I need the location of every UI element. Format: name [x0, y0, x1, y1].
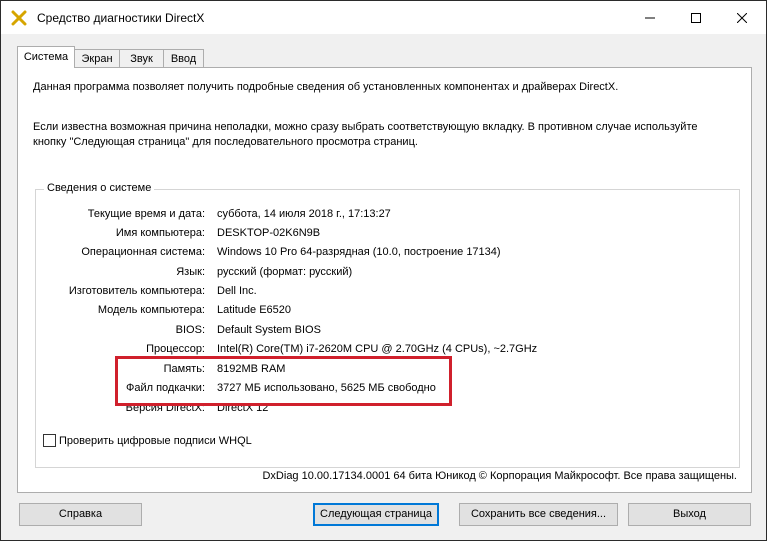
window-title: Средство диагностики DirectX [37, 11, 205, 25]
label-language: Язык: [176, 266, 205, 278]
label-os: Операционная система: [81, 246, 205, 258]
value-manufacturer: Dell Inc. [217, 285, 257, 297]
label-model: Модель компьютера: [97, 304, 205, 316]
intro-text-1: Данная программа позволяет получить подр… [33, 81, 619, 93]
help-button[interactable]: Справка [19, 503, 142, 526]
value-model: Latitude E6520 [217, 304, 292, 316]
minimize-icon [645, 17, 655, 18]
tab-input[interactable]: Ввод [163, 49, 204, 68]
dxdiag-window: Средство диагностики DirectX Система Экр… [0, 0, 767, 541]
tab-system[interactable]: Система [17, 46, 75, 68]
save-all-button[interactable]: Сохранить все сведения... [459, 503, 618, 526]
label-manufacturer: Изготовитель компьютера: [68, 285, 205, 297]
maximize-button[interactable] [673, 1, 719, 34]
intro-text-3: кнопку "Следующая страница" для последов… [33, 136, 418, 148]
close-icon [737, 12, 747, 23]
system-info-group: Сведения о системе Текущие время и дата:… [35, 182, 740, 468]
label-datetime: Текущие время и дата: [87, 208, 205, 220]
tab-display[interactable]: Экран [74, 49, 120, 68]
highlight-box [115, 356, 452, 406]
minimize-button[interactable] [627, 1, 673, 34]
title-bar[interactable]: Средство диагностики DirectX [1, 1, 766, 34]
close-button[interactable] [719, 1, 765, 34]
value-os: Windows 10 Pro 64-разрядная (10.0, постр… [217, 246, 501, 258]
tab-sound[interactable]: Звук [119, 49, 164, 68]
directx-icon [11, 10, 27, 26]
intro-text-2: Если известна возможная причина неполадк… [33, 121, 698, 133]
maximize-icon [691, 12, 701, 23]
tab-panel-system: Данная программа позволяет получить подр… [17, 67, 752, 493]
value-processor: Intel(R) Core(TM) i7-2620M CPU @ 2.70GHz… [217, 343, 538, 355]
whql-checkbox[interactable] [43, 434, 56, 447]
label-computer-name: Имя компьютера: [115, 227, 205, 239]
group-title: Сведения о системе [44, 182, 155, 194]
whql-checkbox-row[interactable]: Проверить цифровые подписи WHQL [43, 434, 252, 447]
exit-button[interactable]: Выход [628, 503, 751, 526]
value-language: русский (формат: русский) [217, 266, 353, 278]
whql-label: Проверить цифровые подписи WHQL [59, 434, 252, 447]
value-bios: Default System BIOS [217, 324, 321, 336]
copyright-text: DxDiag 10.00.17134.0001 64 бита Юникод ©… [262, 470, 737, 482]
value-datetime: суббота, 14 июля 2018 г., 17:13:27 [217, 208, 391, 220]
label-bios: BIOS: [175, 324, 205, 336]
value-computer-name: DESKTOP-02K6N9B [217, 227, 321, 239]
label-processor: Процессор: [146, 343, 205, 355]
next-page-button[interactable]: Следующая страница [313, 503, 439, 526]
